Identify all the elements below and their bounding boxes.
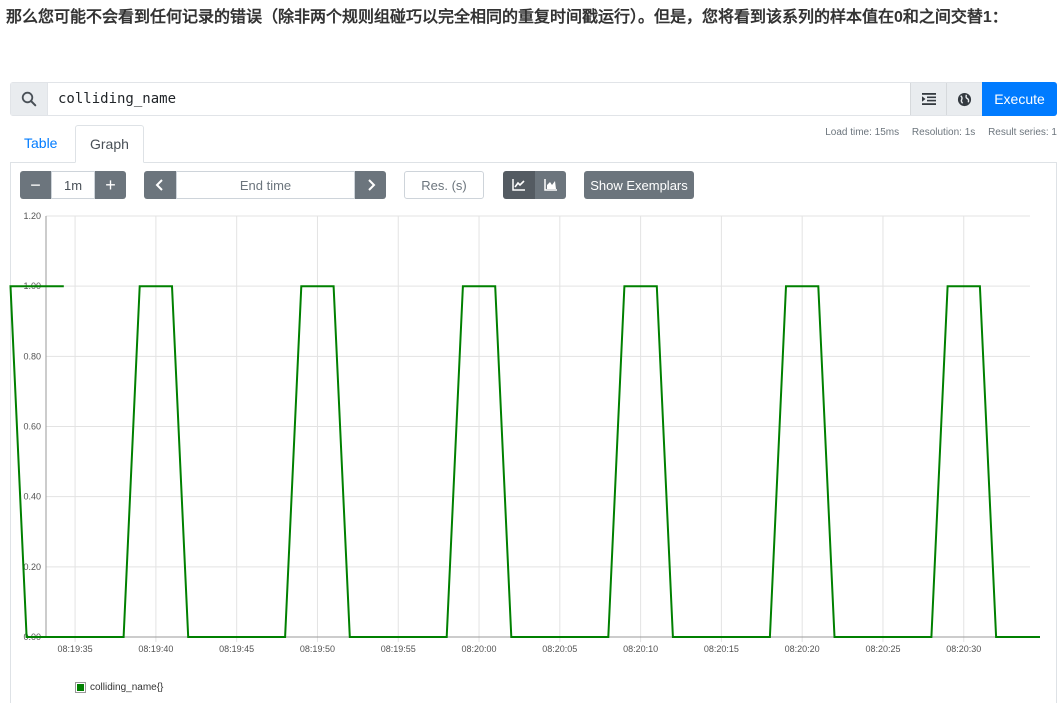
area-chart-icon [543,179,557,191]
x-tick-label: 08:19:55 [381,644,416,654]
query-bar: colliding_name Execute [10,82,1057,116]
y-tick-label: 0.20 [23,562,41,572]
chevron-right-icon [367,179,375,191]
end-time-input[interactable]: End time [176,171,355,199]
resolution: Resolution: 1s [911,127,976,138]
tab-table[interactable]: Table [10,125,71,163]
tab-graph[interactable]: Graph [75,125,144,163]
decrease-range-button[interactable]: − [20,171,51,199]
x-tick-label: 08:20:10 [623,644,658,654]
format-expression-button[interactable] [910,83,946,115]
previous-time-button[interactable] [144,171,176,199]
y-tick-label: 0.80 [23,351,41,361]
y-tick-label: 0.40 [23,492,41,502]
x-tick-label: 08:20:00 [462,644,497,654]
search-icon [11,83,48,115]
execute-button[interactable]: Execute [982,82,1057,116]
next-time-button[interactable] [355,171,386,199]
x-tick-label: 08:20:15 [704,644,739,654]
resolution-input[interactable]: Res. (s) [404,171,484,199]
expression-input[interactable]: colliding_name [58,91,176,107]
globe-icon [957,92,972,106]
legend-label: colliding_name{} [90,682,164,693]
time-series-graph[interactable]: 0.000.200.400.600.801.001.2008:19:35 08:1… [0,205,1040,667]
metrics-explorer-button[interactable] [946,83,982,115]
legend-swatch [75,682,86,693]
query-stats: Load time: 15ms Resolution: 1s Result se… [815,127,1057,138]
series-line [9,285,1040,638]
range-input[interactable]: 1m [51,171,95,199]
x-tick-label: 08:20:05 [542,644,577,654]
load-time: Load time: 15ms [825,127,900,138]
y-tick-label: 0.60 [23,422,41,432]
chevron-left-icon [155,179,163,191]
x-tick-label: 08:20:30 [946,644,981,654]
line-chart-icon [512,179,525,191]
page-heading: 那么您可能不会看到任何记录的错误（除非两个规则组碰巧以完全相同的重复时间戳运行）… [6,9,1008,26]
format-icon [921,93,936,105]
show-exemplars-button[interactable]: Show Exemplars [584,171,694,199]
y-tick-label: 1.20 [23,211,41,221]
legend[interactable]: colliding_name{} [75,682,164,693]
x-tick-label: 08:19:45 [219,644,254,654]
result-series: Result series: 1 [988,127,1057,138]
x-tick-label: 08:19:35 [58,644,93,654]
x-tick-label: 08:20:20 [785,644,820,654]
stacked-chart-button[interactable] [535,171,566,199]
x-tick-label: 08:19:50 [300,644,335,654]
line-chart-button[interactable] [503,171,535,199]
x-tick-label: 08:19:40 [138,644,173,654]
increase-range-button[interactable]: + [95,171,126,199]
x-tick-label: 08:20:25 [865,644,900,654]
